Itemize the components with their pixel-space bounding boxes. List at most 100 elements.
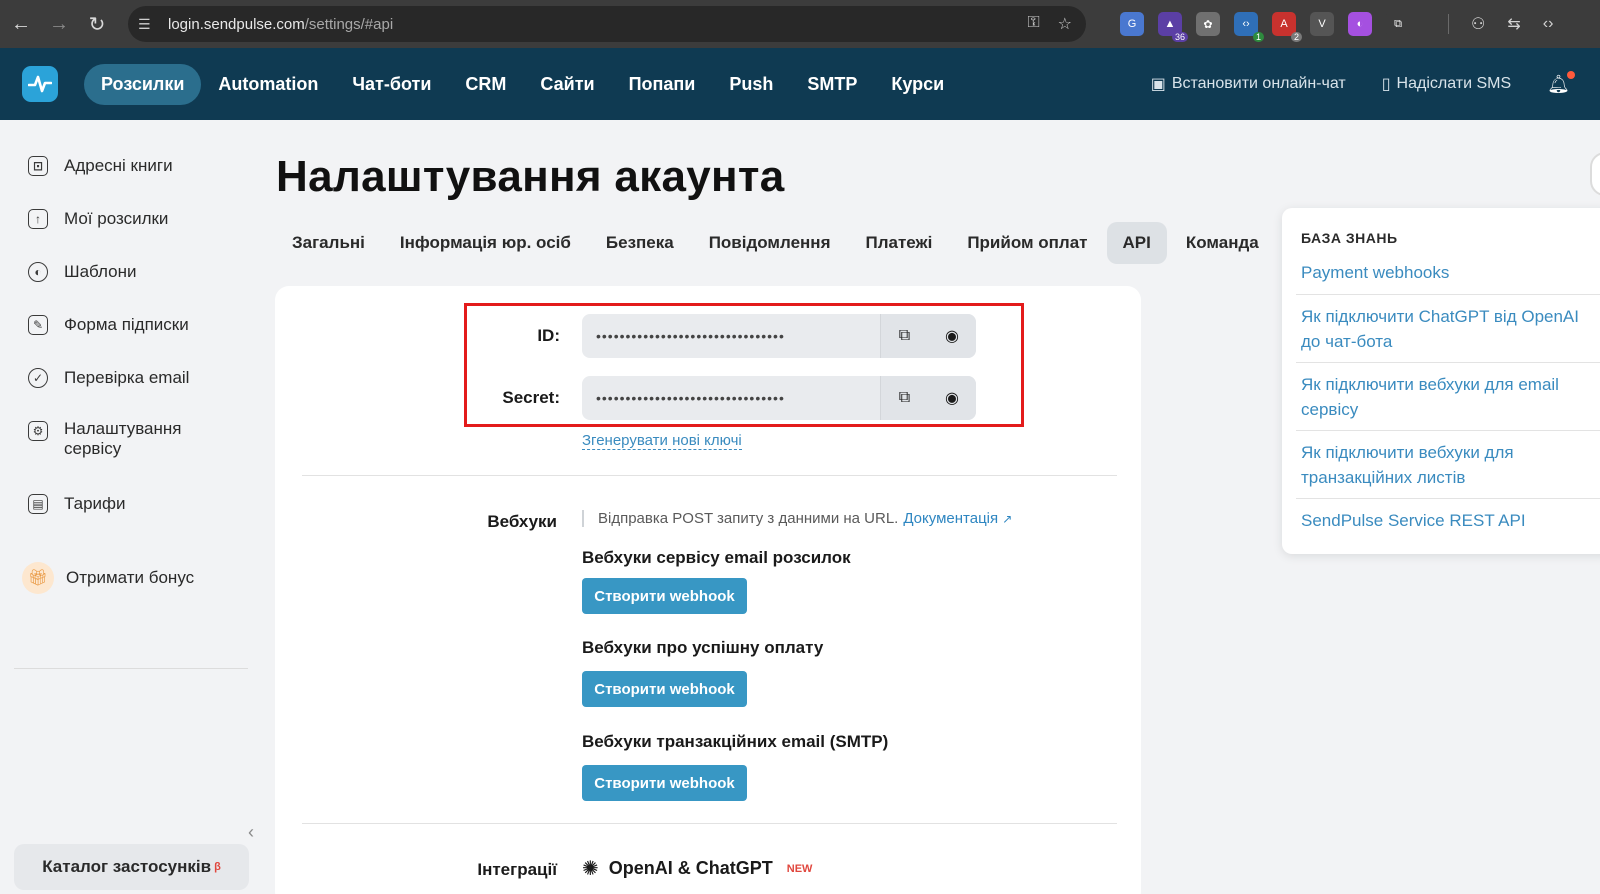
- copy-id-icon[interactable]: ⧉: [880, 314, 928, 358]
- openai-integration[interactable]: ✺ OpenAI & ChatGPT NEW: [582, 856, 812, 881]
- sidebar-item-service-settings[interactable]: ⚙ Налаштування сервісу: [28, 419, 204, 459]
- knowledge-base-divider: [1296, 294, 1600, 295]
- address-book-icon: ⊡: [28, 156, 48, 176]
- documentation-link[interactable]: Документація ↗: [903, 510, 1012, 527]
- chat-bubble-icon: ▣: [1150, 76, 1166, 93]
- tab-7[interactable]: Команда: [1170, 222, 1275, 264]
- sendpulse-logo[interactable]: [22, 66, 58, 102]
- section-divider: [302, 823, 1117, 824]
- tab-3[interactable]: Повідомлення: [693, 222, 847, 264]
- section-divider: [302, 475, 1117, 476]
- secret-label: Secret:: [502, 388, 560, 407]
- knowledge-base-divider: [1296, 362, 1600, 363]
- settings-tabs: Загальні Інформація юр. осіб Безпека Повідо…: [276, 222, 1278, 264]
- id-label: ID:: [537, 326, 560, 345]
- knowledge-base-link[interactable]: Як підключити вебхуки для email сервісу: [1301, 372, 1600, 422]
- beta-badge: β: [214, 861, 221, 873]
- api-secret-field: •••••••••••••••••••••••••••••••• ⧉ ◉: [582, 376, 976, 420]
- sidebar-item-mailings[interactable]: ↑ Мої розсилки: [28, 209, 168, 229]
- knowledge-base-title: БАЗА ЗНАНЬ: [1301, 230, 1398, 246]
- nav-item-5[interactable]: Попапи: [612, 64, 713, 105]
- show-secret-eye-icon[interactable]: ◉: [928, 376, 976, 420]
- tab-2[interactable]: Безпека: [590, 222, 690, 264]
- nav-item-6[interactable]: Push: [712, 64, 790, 105]
- tab-1[interactable]: Інформація юр. осіб: [384, 222, 587, 264]
- api-secret-value[interactable]: ••••••••••••••••••••••••••••••••: [582, 390, 880, 406]
- nav-item-0[interactable]: Розсилки: [84, 63, 202, 105]
- sidebar-item-label: Налаштування сервісу: [64, 419, 182, 458]
- knowledge-base-link[interactable]: SendPulse Service REST API: [1301, 508, 1600, 533]
- tab-0[interactable]: Загальні: [276, 222, 381, 264]
- nav-item-8[interactable]: Курси: [874, 64, 961, 105]
- forward-icon[interactable]: →: [40, 5, 78, 43]
- translate-ext-icon[interactable]: G: [1120, 12, 1144, 36]
- tab-5[interactable]: Прийом оплат: [951, 222, 1103, 264]
- phone-icon: ▯: [1381, 76, 1391, 93]
- v-ext-icon[interactable]: V: [1310, 12, 1334, 36]
- templates-icon: ◐: [28, 262, 48, 282]
- api-ext-icon[interactable]: A2: [1272, 12, 1302, 42]
- tab-6[interactable]: API: [1106, 222, 1167, 264]
- pricing-icon: ▤: [28, 494, 48, 514]
- app-header: Розсилки Automation Чат-боти CRM Сайти Попапи…: [0, 48, 1600, 120]
- sidebar-item-templates[interactable]: ◐ Шаблони: [28, 262, 136, 282]
- knowledge-base-link[interactable]: Payment webhooks: [1301, 260, 1600, 285]
- sidebar-item-bonus[interactable]: 🎁︎ Отримати бонус: [22, 562, 194, 594]
- integrations-label: Інтеграції: [477, 860, 557, 879]
- sidebar-item-label: Шаблони: [64, 262, 137, 281]
- site-info-icon[interactable]: ☰: [138, 16, 158, 33]
- knowledge-base-divider: [1296, 498, 1600, 499]
- sidebar-item-label: Перевірка email: [64, 368, 190, 387]
- api-id-value[interactable]: ••••••••••••••••••••••••••••••••: [582, 328, 880, 344]
- extension-badge: 2: [1290, 32, 1302, 42]
- send-sms-link[interactable]: ▯ Надіслати SMS: [1382, 74, 1511, 94]
- nav-item-7[interactable]: SMTP: [790, 64, 874, 105]
- gradient-ext-icon[interactable]: ◐: [1348, 12, 1372, 36]
- settings-ext-icon[interactable]: ✿: [1196, 12, 1220, 36]
- extension-badge: 36: [1171, 32, 1188, 42]
- show-id-eye-icon[interactable]: ◉: [928, 314, 976, 358]
- bookmark-star-icon[interactable]: ☆: [1058, 14, 1072, 34]
- nav-item-4[interactable]: Сайти: [523, 64, 611, 105]
- pulse-logo-icon: [28, 75, 52, 93]
- key-icon[interactable]: ⚿: [1027, 14, 1039, 34]
- knowledge-base-link[interactable]: Як підключити вебхуки для транзакційних …: [1301, 440, 1600, 490]
- sidebar-item-email-check[interactable]: ✓ Перевірка email: [28, 368, 189, 388]
- install-chat-label: Встановити онлайн-чат: [1171, 75, 1346, 92]
- translate-page-icon[interactable]: ⇆: [1507, 14, 1520, 34]
- sidebar-item-subscription-form[interactable]: ✎ Форма підписки: [28, 315, 189, 335]
- help-button[interactable]: [1590, 152, 1600, 196]
- create-webhook-button[interactable]: Створити webhook: [582, 578, 747, 614]
- tab-4[interactable]: Платежі: [850, 222, 949, 264]
- graduation-ext-icon[interactable]: ▲ 36: [1158, 12, 1188, 42]
- reload-icon[interactable]: ↻: [78, 5, 116, 43]
- puzzle-ext-icon[interactable]: ⧉: [1386, 12, 1410, 36]
- gift-icon: 🎁︎: [22, 562, 54, 594]
- code-ext-icon[interactable]: ‹› 1: [1234, 12, 1264, 42]
- code-brackets-icon[interactable]: ‹›: [1543, 15, 1554, 33]
- sidebar-item-pricing[interactable]: ▤ Тарифи: [28, 494, 126, 514]
- devtools-icon[interactable]: ⚇: [1471, 14, 1485, 34]
- subscription-form-icon: ✎: [28, 315, 48, 335]
- collapse-sidebar-icon[interactable]: ‹: [248, 822, 254, 843]
- address-bar[interactable]: ☰ login.sendpulse.com/settings/#api ⚿ ☆: [128, 6, 1086, 42]
- create-webhook-button[interactable]: Створити webhook: [582, 671, 747, 707]
- webhooks-description: Відправка POST запиту з данними на URL. …: [582, 510, 1012, 527]
- nav-item-1[interactable]: Automation: [201, 64, 335, 105]
- create-webhook-button[interactable]: Створити webhook: [582, 765, 747, 801]
- service-settings-icon: ⚙: [28, 421, 48, 441]
- install-chat-link[interactable]: ▣ Встановити онлайн-чат: [1151, 74, 1346, 94]
- webhook-group-title: Вебхуки сервісу email розсилок: [582, 548, 851, 567]
- extension-badge: 1: [1252, 32, 1264, 42]
- generate-keys-link[interactable]: Згенерувати нові ключі: [582, 432, 742, 450]
- app-catalog-button[interactable]: Каталог застосунків β: [14, 844, 249, 890]
- nav-item-2[interactable]: Чат-боти: [335, 64, 448, 105]
- nav-item-3[interactable]: CRM: [448, 64, 523, 105]
- knowledge-base-panel: БАЗА ЗНАНЬ Payment webhooks Як підключити…: [1282, 208, 1600, 554]
- back-icon[interactable]: ←: [2, 5, 40, 43]
- sidebar-item-label: Мої розсилки: [64, 209, 169, 228]
- sidebar-item-address-book[interactable]: ⊡ Адресні книги: [28, 156, 173, 176]
- copy-secret-icon[interactable]: ⧉: [880, 376, 928, 420]
- notifications-bell-icon[interactable]: 🔔︎: [1547, 70, 1575, 95]
- knowledge-base-link[interactable]: Як підключити ChatGPT від OpenAI до чат-…: [1301, 304, 1600, 354]
